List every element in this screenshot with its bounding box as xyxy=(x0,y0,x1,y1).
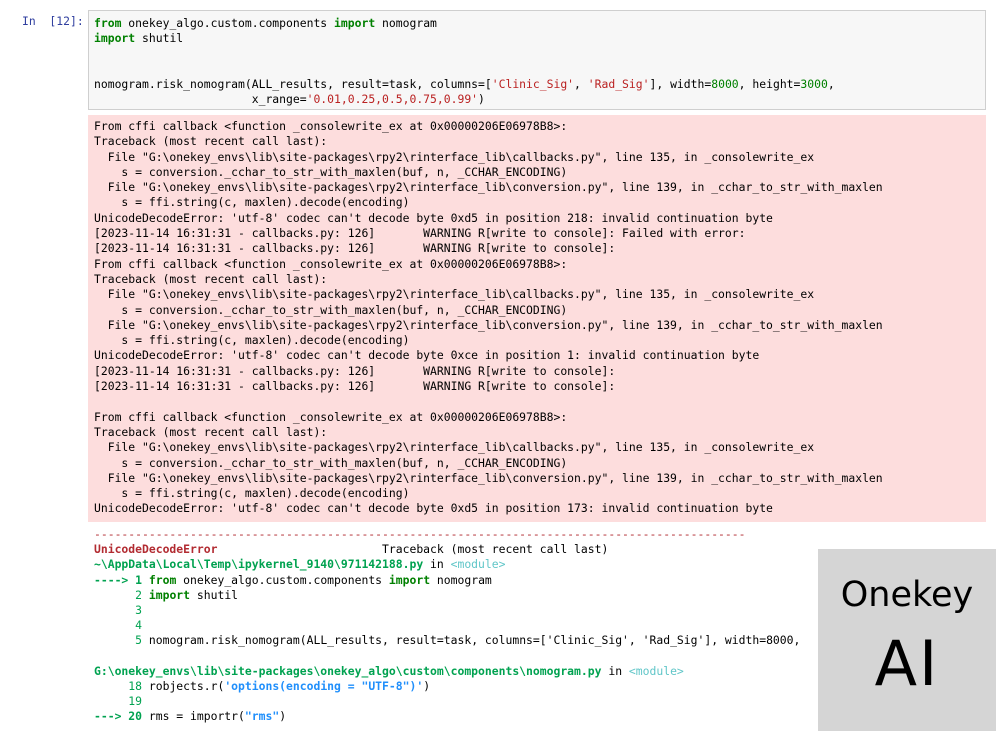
line-number: 18 xyxy=(94,678,149,693)
keyword: import xyxy=(94,31,136,46)
string-literal: 'options(encoding = "UTF-8")' xyxy=(224,678,424,693)
code-text: nomogram xyxy=(375,16,437,30)
in-text: in xyxy=(601,663,629,678)
code-line-6: x_range='0.01,0.25,0.5,0.75,0.99') xyxy=(94,92,985,107)
stderr-line: s = ffi.string(c, maxlen).decode(encodin… xyxy=(94,333,410,348)
keyword: from xyxy=(94,16,122,30)
stderr-line: File "G:\onekey_envs\lib\site-packages\r… xyxy=(94,180,883,195)
stderr-line: s = ffi.string(c, maxlen).decode(encodin… xyxy=(94,195,410,210)
number-literal: 8000 xyxy=(711,76,739,91)
code-text: nomogram xyxy=(430,572,492,587)
stderr-line: UnicodeDecodeError: 'utf-8' codec can't … xyxy=(94,210,773,225)
stderr-line: File "G:\onekey_envs\lib\site-packages\r… xyxy=(94,470,883,485)
stderr-line: File "G:\onekey_envs\lib\site-packages\r… xyxy=(94,317,883,332)
line-number: 2 xyxy=(94,587,149,602)
module-name: <module> xyxy=(450,557,506,572)
watermark-top-text: Onekey xyxy=(840,575,974,615)
stderr-line: [2023-11-14 16:31:31 - callbacks.py: 126… xyxy=(94,226,746,241)
stderr-line: From cffi callback <function _consolewri… xyxy=(94,409,568,424)
stderr-line: [2023-11-14 16:31:31 - callbacks.py: 126… xyxy=(94,241,616,256)
in-text: in xyxy=(423,557,451,572)
line-number: 19 xyxy=(94,694,143,709)
error-name: UnicodeDecodeError xyxy=(94,542,218,557)
stderr-line: Traceback (most recent call last): xyxy=(94,271,328,286)
watermark-bottom-text: AI xyxy=(874,627,940,700)
line-number: 3 xyxy=(94,602,143,617)
stderr-line: [2023-11-14 16:31:31 - callbacks.py: 126… xyxy=(94,379,616,394)
stderr-output: From cffi callback <function _consolewri… xyxy=(88,115,986,522)
code-text: ) xyxy=(423,678,431,693)
code-text: rms = importr( xyxy=(148,709,245,724)
stderr-line: From cffi callback <function _consolewri… xyxy=(94,119,568,133)
stderr-line: File "G:\onekey_envs\lib\site-packages\r… xyxy=(94,149,815,164)
stderr-line: s = conversion._cchar_to_str_with_maxlen… xyxy=(94,302,568,317)
traceback-separator: ----------------------------------------… xyxy=(94,527,746,541)
code-text: , height= xyxy=(738,76,801,91)
file-path-link[interactable]: ~\AppData\Local\Temp\ipykernel_9140\9711… xyxy=(94,557,423,571)
line-number: 4 xyxy=(94,618,143,633)
code-text: onekey_algo.custom.components xyxy=(121,16,335,30)
current-line-arrow: ---> 20 xyxy=(94,709,149,724)
onekey-ai-watermark: Onekey AI xyxy=(818,549,996,731)
string-literal: 'Rad_Sig' xyxy=(587,76,650,91)
stderr-line: Traceback (most recent call last): xyxy=(94,134,328,149)
keyword: import xyxy=(148,587,191,602)
code-text: nomogram.risk_nomogram(ALL_results, resu… xyxy=(148,633,801,648)
stderr-line: s = conversion._cchar_to_str_with_maxlen… xyxy=(94,455,568,470)
code-text: x_range= xyxy=(94,91,307,106)
string-literal: "rms" xyxy=(244,709,280,724)
current-line-arrow: ----> 1 xyxy=(94,572,149,587)
code-text: nomogram.risk_nomogram(ALL_results, resu… xyxy=(94,76,492,91)
code-text: , xyxy=(827,76,835,91)
code-text: shutil xyxy=(190,587,239,602)
stderr-line: File "G:\onekey_envs\lib\site-packages\r… xyxy=(94,287,815,302)
stderr-line: s = conversion._cchar_to_str_with_maxlen… xyxy=(94,164,568,179)
stderr-line: File "G:\onekey_envs\lib\site-packages\r… xyxy=(94,440,815,455)
code-text: , xyxy=(574,76,588,91)
code-line-1: from onekey_algo.custom.components impor… xyxy=(94,16,985,31)
line-number: 5 xyxy=(94,633,149,648)
code-text: shutil xyxy=(135,31,184,46)
input-prompt: In [12]: xyxy=(22,14,84,28)
traceback-title: Traceback (most recent call last) xyxy=(217,542,609,557)
string-literal: '0.01,0.25,0.5,0.75,0.99' xyxy=(306,91,479,106)
number-literal: 3000 xyxy=(800,76,828,91)
code-line-5: nomogram.risk_nomogram(ALL_results, resu… xyxy=(94,77,985,92)
code-text: ) xyxy=(478,91,485,106)
stderr-line: UnicodeDecodeError: 'utf-8' codec can't … xyxy=(94,348,760,363)
keyword: import xyxy=(388,572,431,587)
stderr-line xyxy=(94,394,986,409)
keyword: import xyxy=(334,16,376,30)
stderr-line: Traceback (most recent call last): xyxy=(94,424,328,439)
string-literal: 'Clinic_Sig' xyxy=(491,76,575,91)
file-path-link[interactable]: G:\onekey_envs\lib\site-packages\onekey_… xyxy=(94,664,601,678)
module-name: <module> xyxy=(628,663,684,678)
keyword: from xyxy=(148,572,177,587)
code-line-2: import shutil xyxy=(94,31,985,46)
stderr-line: From cffi callback <function _consolewri… xyxy=(94,256,568,271)
code-text: ], width= xyxy=(649,76,712,91)
code-text: robjects.r( xyxy=(148,678,225,693)
code-text: onekey_algo.custom.components xyxy=(176,572,389,587)
code-input-cell[interactable]: from onekey_algo.custom.components impor… xyxy=(88,10,986,110)
code-text: ) xyxy=(279,709,287,724)
stderr-line: UnicodeDecodeError: 'utf-8' codec can't … xyxy=(94,501,773,516)
stderr-line: [2023-11-14 16:31:31 - callbacks.py: 126… xyxy=(94,363,616,378)
stderr-line: s = ffi.string(c, maxlen).decode(encodin… xyxy=(94,486,410,501)
